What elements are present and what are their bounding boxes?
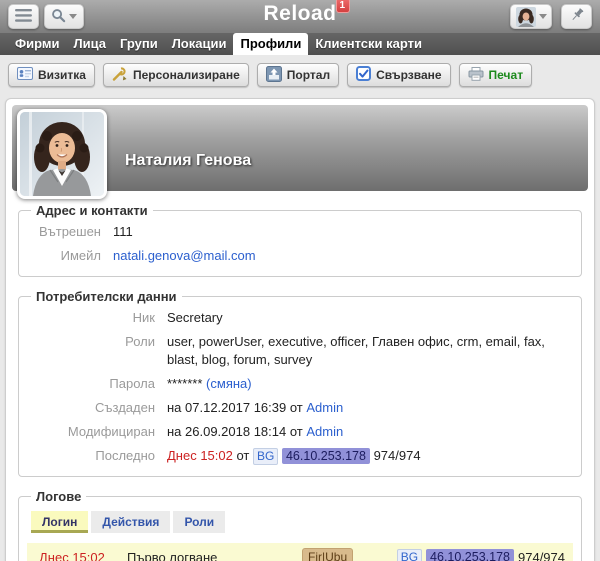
section-title: Логове (31, 489, 86, 504)
field-label: Парола (29, 375, 155, 393)
connect-button-label: Свързване (376, 68, 441, 82)
password-mask: ******* (167, 376, 202, 391)
current-user-menu-button[interactable] (510, 4, 552, 29)
created-by-link[interactable]: Admin (306, 400, 343, 415)
tab-persons[interactable]: Лица (66, 33, 113, 55)
tab-locations[interactable]: Локации (165, 33, 234, 55)
field-value: 111 (113, 223, 571, 241)
portal-icon (266, 66, 282, 85)
field-password: Парола ******* (смяна) (29, 372, 571, 396)
field-created: Създаден на 07.12.2017 16:39 от Admin (29, 396, 571, 420)
customize-button[interactable]: Персонализиране (103, 63, 249, 87)
field-label: Ник (29, 309, 155, 327)
profile-header-band: Наталия Генова (12, 105, 588, 191)
vcard-icon (17, 67, 33, 83)
field-nick: Ник Secretary (29, 306, 571, 330)
tab-profiles[interactable]: Профили (233, 33, 308, 55)
user-avatar (516, 7, 536, 27)
printer-icon (468, 67, 484, 84)
log-event: Първо логване (127, 550, 302, 561)
field-email: Имейл natali.genova@mail.com (29, 244, 571, 268)
country-badge[interactable]: BG (397, 549, 422, 561)
log-tab-actions[interactable]: Действия (91, 511, 170, 533)
ip-address-badge[interactable]: 46.10.253.178 (282, 448, 370, 464)
field-label: Създаден (29, 399, 155, 417)
chevron-down-icon (539, 14, 547, 19)
customize-icon (112, 67, 128, 84)
log-table: Днес 15:02 Първо логване Fir|Ubu BG 46.1… (27, 543, 573, 561)
chevron-down-icon (69, 14, 77, 19)
app-title: Reload (263, 2, 336, 25)
customize-button-label: Персонализиране (133, 68, 240, 82)
profile-photo[interactable] (17, 109, 107, 199)
section-user-data: Потребителски данни Ник Secretary Роли u… (18, 289, 582, 477)
portal-button[interactable]: Портал (257, 63, 339, 87)
log-tab-login[interactable]: Логин (31, 511, 88, 533)
last-login-preposition: от (236, 448, 249, 463)
log-time: Днес 15:02 (39, 550, 127, 561)
field-label: Модифициран (29, 423, 155, 441)
section-address-contacts: Адрес и контакти Вътрешен 111 Имейл nata… (18, 203, 582, 277)
log-tabs: Логин Действия Роли (31, 511, 571, 533)
action-toolbar: Визитка Персонализиране Портал Свързване… (0, 55, 600, 96)
email-link[interactable]: natali.genova@mail.com (113, 248, 256, 263)
profile-panel: Наталия Генова Адрес и контакти Вътрешен… (5, 98, 595, 561)
vcard-button[interactable]: Визитка (8, 63, 95, 87)
client-badge: Fir|Ubu (302, 548, 353, 561)
section-title: Адрес и контакти (31, 203, 153, 218)
tab-companies[interactable]: Фирми (8, 33, 66, 55)
pushpin-icon (569, 7, 585, 26)
field-roles: Роли user, powerUser, executive, officer… (29, 330, 571, 372)
connect-button[interactable]: Свързване (347, 63, 450, 87)
main-nav: Фирми Лица Групи Локации Профили Клиентс… (0, 33, 600, 55)
search-icon (51, 8, 66, 26)
log-tab-roles[interactable]: Роли (173, 511, 225, 533)
profile-name: Наталия Генова (125, 152, 251, 170)
search-button[interactable] (44, 4, 84, 29)
hamburger-icon (15, 9, 32, 25)
field-internal-phone: Вътрешен 111 (29, 220, 571, 244)
modified-text: на 26.09.2018 18:14 от (167, 424, 303, 439)
field-label: Последно (29, 447, 155, 465)
section-logs: Логове Логин Действия Роли Днес 15:02 Пъ… (18, 489, 582, 561)
quota-value: 974/974 (374, 448, 421, 463)
field-label: Роли (29, 333, 155, 369)
quota-value: 974/974 (518, 550, 565, 561)
field-value: Secretary (167, 309, 571, 327)
print-button-label: Печат (489, 68, 524, 82)
notification-badge[interactable]: 1 (336, 0, 350, 13)
connect-checkbox-icon (356, 66, 371, 84)
menu-button[interactable] (8, 4, 39, 29)
section-title: Потребителски данни (31, 289, 182, 304)
field-last-login: Последно Днес 15:02 от BG 46.10.253.178 … (29, 444, 571, 468)
topbar: Reload 1 (0, 0, 600, 33)
field-label: Вътрешен (29, 223, 101, 241)
modified-by-link[interactable]: Admin (306, 424, 343, 439)
created-text: на 07.12.2017 16:39 от (167, 400, 303, 415)
field-label: Имейл (29, 247, 101, 265)
change-password-link[interactable]: (смяна) (206, 376, 252, 391)
country-badge[interactable]: BG (253, 448, 278, 465)
tab-groups[interactable]: Групи (113, 33, 165, 55)
tab-client-cards[interactable]: Клиентски карти (308, 33, 429, 55)
vcard-button-label: Визитка (38, 68, 86, 82)
ip-address-badge[interactable]: 46.10.253.178 (426, 549, 514, 561)
pin-button[interactable] (561, 4, 592, 29)
field-value: user, powerUser, executive, officer, Гла… (167, 333, 571, 369)
portal-button-label: Портал (287, 68, 330, 82)
log-row[interactable]: Днес 15:02 Първо логване Fir|Ubu BG 46.1… (27, 543, 573, 561)
print-button[interactable]: Печат (459, 63, 533, 87)
field-modified: Модифициран на 26.09.2018 18:14 от Admin (29, 420, 571, 444)
last-login-time: Днес 15:02 (167, 448, 233, 463)
